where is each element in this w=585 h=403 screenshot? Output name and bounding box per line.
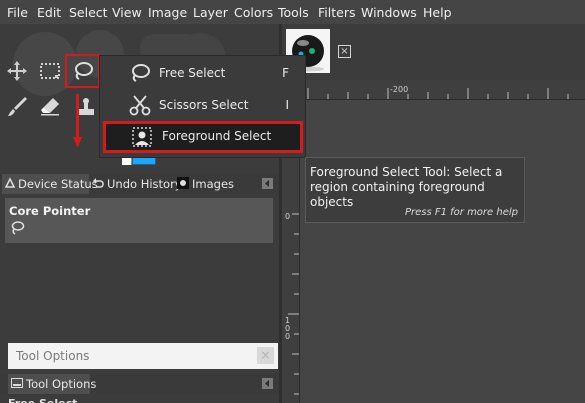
menubar: File Edit Select View Image Layer Colors… <box>0 0 585 24</box>
red-arrow-indicator <box>73 94 82 149</box>
menu-tools[interactable]: Tools <box>278 5 309 20</box>
image-tab-bar: × <box>282 24 585 80</box>
menu-windows[interactable]: Windows <box>361 5 417 20</box>
menu-file[interactable]: File <box>7 5 28 20</box>
tool-options-dock-header[interactable]: Tool Options × <box>8 343 278 369</box>
menu-edit[interactable]: Edit <box>37 5 61 20</box>
images-icon <box>177 176 189 192</box>
tab-tool-options-label: Tool Options <box>26 377 97 391</box>
image-canvas[interactable] <box>300 100 585 403</box>
tooltip-text: Foreground Select Tool: Select a region … <box>310 165 503 209</box>
scissors-select-label: Scissors Select <box>159 98 249 112</box>
tab-undo-history[interactable]: Undo History <box>90 174 182 194</box>
lasso-tool-highlight <box>65 54 100 88</box>
tab-device-status[interactable]: Device Status <box>2 174 98 194</box>
close-icon[interactable]: × <box>257 347 274 364</box>
selection-tools-menu: Free Select F Scissors Select I Foregrou… <box>100 56 305 157</box>
menu-select[interactable]: Select <box>69 5 108 20</box>
tab-images-label: Images <box>192 177 235 191</box>
ruler-label-left-0: 0 <box>285 212 291 221</box>
free-select-shortcut: F <box>282 66 289 80</box>
tool-options-tabbar: Tool Options <box>0 373 279 395</box>
foreground-select-icon <box>131 127 155 149</box>
scissors-select-shortcut: I <box>285 98 289 112</box>
tooltip-help-hint: Press F1 for more help <box>404 207 518 218</box>
tab-undo-history-label: Undo History <box>107 177 182 191</box>
menu-filters[interactable]: Filters <box>318 5 355 20</box>
tool-options-dock-title: Tool Options <box>16 349 90 363</box>
lasso-icon <box>9 220 25 239</box>
dock-menu-button[interactable] <box>262 178 273 189</box>
menu-layer[interactable]: Layer <box>193 5 228 20</box>
tab-images[interactable]: Images <box>177 174 236 194</box>
menu-colors[interactable]: Colors <box>234 5 273 20</box>
lasso-icon <box>128 62 152 84</box>
close-image-tab-icon[interactable]: × <box>338 45 351 58</box>
menu-item-scissors-select[interactable]: Scissors Select I <box>100 91 305 119</box>
tool-options-icon <box>11 377 23 392</box>
dock-menu-button-2[interactable] <box>262 378 273 389</box>
free-select-label: Free Select <box>159 66 226 80</box>
core-pointer-label: Core Pointer <box>9 204 91 218</box>
tab-device-status-label: Device Status <box>18 177 98 191</box>
tool-options-title: Free Select <box>8 397 77 403</box>
ruler-label-top: -200 <box>390 85 409 94</box>
device-status-icon <box>4 176 16 192</box>
foreground-select-label: Foreground Select <box>162 129 272 143</box>
menu-image[interactable]: Image <box>148 5 187 20</box>
menu-item-foreground-select[interactable]: Foreground Select <box>103 121 303 153</box>
tool-tooltip: Foreground Select Tool: Select a region … <box>305 157 525 223</box>
scissors-icon <box>128 94 152 116</box>
menu-help[interactable]: Help <box>423 5 452 20</box>
ruler-label-left-100: 100 <box>285 316 291 341</box>
rect-select-tool-icon[interactable] <box>36 57 64 85</box>
menu-item-free-select[interactable]: Free Select F <box>100 59 305 87</box>
menu-view[interactable]: View <box>112 5 142 20</box>
move-tool-icon[interactable] <box>3 57 31 85</box>
tab-tool-options[interactable]: Tool Options <box>8 374 96 394</box>
ruler-horizontal: -200 <box>282 80 585 100</box>
paintbrush-tool-icon[interactable] <box>3 92 31 120</box>
eraser-tool-icon[interactable] <box>36 92 64 120</box>
undo-icon <box>92 177 104 192</box>
dock-tabbar: Device Status Undo History Images <box>0 174 279 194</box>
device-status-panel: Core Pointer <box>5 198 273 243</box>
